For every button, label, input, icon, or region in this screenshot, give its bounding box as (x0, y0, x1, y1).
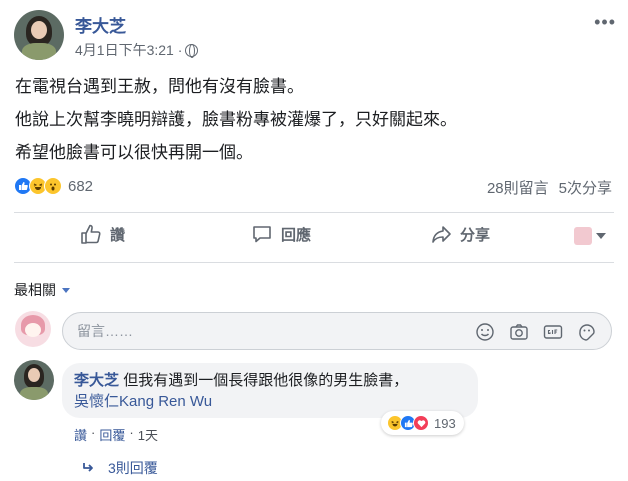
globe-icon (185, 43, 199, 58)
reply-arrow-icon (83, 463, 93, 472)
share-label: 分享 (460, 226, 491, 244)
comment-text: 但我有遇到一個長得跟他很像的男生臉書， (123, 372, 409, 389)
comment-sort-dropdown[interactable]: 最相關 (14, 280, 70, 300)
like-icon (81, 224, 101, 244)
reaction-count[interactable]: 682 (68, 178, 93, 195)
sticker-icon[interactable] (577, 322, 597, 342)
post-author-name[interactable]: 李大芝 (75, 12, 126, 37)
like-label: 讚 (110, 226, 126, 244)
avatar-body (20, 387, 48, 400)
post-reactions[interactable]: 682 (14, 177, 93, 195)
post-line-2: 他說上次幫李曉明辯護，臉書粉專被灌爆了，只好關起來。 (15, 110, 457, 129)
gif-icon[interactable] (543, 322, 563, 342)
post-as-avatar[interactable] (574, 227, 592, 245)
avatar-face (31, 21, 47, 39)
comment-meta: 讚 · 回覆 · 1天 (74, 425, 158, 444)
comment-tagged-user[interactable]: 吳懷仁Kang Ren Wu (74, 391, 466, 412)
post-author-avatar[interactable] (14, 10, 64, 60)
commenter-name[interactable]: 李大芝 (74, 372, 119, 389)
comment-input[interactable]: 留言…… (62, 312, 612, 350)
avatar-face (28, 368, 40, 382)
comment-input-placeholder: 留言…… (77, 323, 133, 339)
divider (14, 212, 614, 213)
comment-bubble: 李大芝 但我有遇到一個長得跟他很像的男生臉書， 吳懷仁Kang Ren Wu (62, 363, 478, 418)
meta-separator: · (129, 425, 134, 440)
post-time[interactable]: 4月1日下午3:21 · (75, 40, 182, 60)
comment-like-link[interactable]: 讚 (74, 425, 87, 444)
sort-label: 最相關 (14, 282, 56, 298)
comment-line-1: 李大芝 但我有遇到一個長得跟他很像的男生臉書， (74, 370, 466, 391)
meta-separator: · (91, 425, 96, 440)
post-options-button[interactable]: ••• (594, 12, 616, 33)
love-reaction-icon (413, 415, 429, 431)
comment-reactions[interactable]: 193 (381, 411, 464, 435)
view-replies-link[interactable]: 3則回覆 (82, 458, 158, 478)
like-button[interactable]: 讚 (80, 223, 125, 245)
post-action-bar: 讚 回應 分享 (0, 223, 628, 255)
smile-icon[interactable] (475, 322, 495, 342)
current-user-avatar[interactable] (15, 311, 51, 347)
wow-reaction-icon (44, 177, 62, 195)
avatar-body (22, 43, 56, 60)
caret-down-icon (62, 287, 70, 293)
post-meta: 4月1日下午3:21 · (75, 40, 199, 60)
chevron-down-icon[interactable] (596, 233, 606, 239)
replies-count: 3則回覆 (108, 460, 158, 476)
share-count[interactable]: 5次分享 (559, 177, 612, 198)
post-line-3: 希望他臉書可以很快再開一個。 (15, 143, 253, 162)
divider (14, 262, 614, 263)
post-counts: 28則留言 5次分享 (487, 177, 612, 198)
post-body: 在電視台遇到王赦，問他有沒有臉書。 他說上次幫李曉明辯護，臉書粉專被灌爆了，只好… (15, 70, 457, 169)
post-line-1: 在電視台遇到王赦，問他有沒有臉書。 (15, 77, 304, 96)
avatar-face (25, 323, 41, 337)
share-button[interactable]: 分享 (430, 223, 490, 245)
comment-button[interactable]: 回應 (251, 223, 311, 245)
comment-reply-link[interactable]: 回覆 (99, 425, 125, 444)
comment-reaction-count: 193 (434, 415, 456, 431)
comment-label: 回應 (281, 226, 312, 244)
commenter-avatar[interactable] (14, 360, 54, 400)
comment-input-tools (475, 322, 597, 342)
comment-count[interactable]: 28則留言 (487, 177, 549, 198)
share-icon (432, 226, 451, 243)
comment-time[interactable]: 1天 (138, 425, 158, 444)
camera-icon[interactable] (509, 322, 529, 342)
comment-icon (253, 226, 271, 243)
